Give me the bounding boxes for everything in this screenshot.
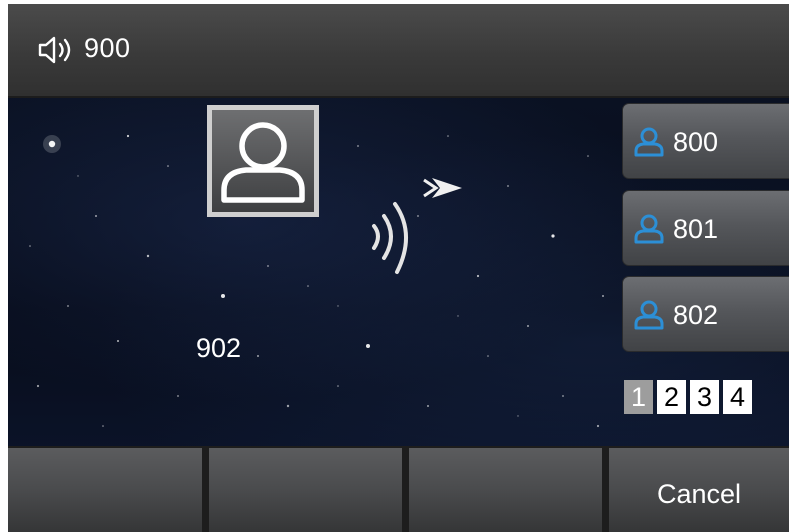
contact-avatar-icon <box>207 105 319 217</box>
softkey-bar: Cancel <box>8 446 789 532</box>
page-1[interactable]: 1 <box>624 380 653 414</box>
cancel-button[interactable]: Cancel <box>609 448 789 532</box>
person-icon <box>634 214 664 244</box>
linekey-label: 801 <box>673 214 719 244</box>
page-4[interactable]: 4 <box>723 380 752 414</box>
page-2[interactable]: 2 <box>657 380 686 414</box>
softkey-2[interactable] <box>209 448 402 532</box>
linekey-label: 802 <box>673 300 719 330</box>
outgoing-arrow-icon <box>423 178 462 198</box>
softkey-3[interactable] <box>409 448 602 532</box>
linekey-label: 800 <box>673 127 719 157</box>
phone-screen: 900 902 800 801 802 1 2 3 4 Cancel <box>8 4 789 532</box>
linekey-802[interactable]: 802 <box>622 276 789 352</box>
linekey-800[interactable]: 800 <box>622 103 789 179</box>
callee-number: 902 <box>196 333 242 363</box>
person-icon <box>634 127 664 157</box>
softkey-1[interactable] <box>8 448 202 532</box>
status-bar: 900 <box>8 4 789 98</box>
linekey-801[interactable]: 801 <box>622 190 789 266</box>
sound-wave-icon <box>372 202 408 274</box>
page-3[interactable]: 3 <box>690 380 719 414</box>
line-number: 900 <box>84 33 131 63</box>
person-icon <box>634 300 664 330</box>
